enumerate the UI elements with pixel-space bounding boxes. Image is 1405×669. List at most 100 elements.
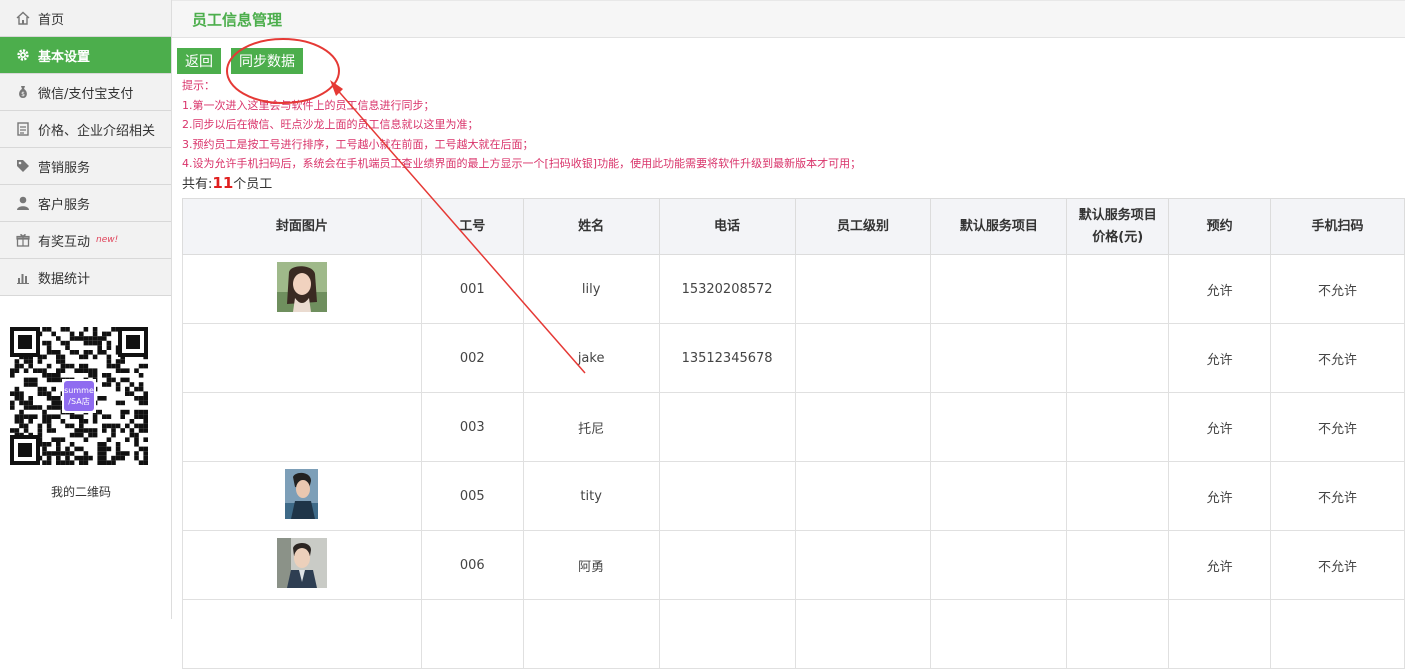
cell-price: [1066, 323, 1170, 393]
cell-price: [1066, 530, 1170, 600]
cell-name: tity: [522, 461, 660, 531]
col-header-phone: 电话: [658, 198, 796, 255]
sidebar-item-basic-settings[interactable]: 基本设置: [0, 37, 171, 74]
cell-name: [522, 599, 660, 669]
table-row: [182, 599, 1405, 669]
new-badge: new!: [96, 235, 119, 245]
cell-price: [1066, 254, 1170, 324]
sidebar: 首页 基本设置 $ 微信/支付宝支付 价格、企业介绍相关 营销服务 客户服务 有…: [0, 0, 172, 619]
cell-service: [930, 392, 1068, 462]
page-title: 员工信息管理: [192, 10, 283, 29]
table-row: 002 jake 13512345678 允许 不允许: [182, 323, 1405, 393]
sidebar-item-marketing[interactable]: 营销服务: [0, 148, 171, 185]
col-header-name: 姓名: [522, 198, 660, 255]
gift-icon: [14, 231, 32, 249]
main-content: 员工信息管理 返回 同步数据 提示： 1.第一次进入这里会与软件上的员工信息进行…: [172, 0, 1405, 669]
cell-id: 002: [420, 323, 524, 393]
cell-id: 005: [420, 461, 524, 531]
cell-id: 001: [420, 254, 524, 324]
employee-table: 封面图片 工号 姓名 电话 员工级别 默认服务项目 默认服务项目 价格(元) 预…: [182, 198, 1405, 669]
employee-photo[interactable]: [276, 538, 327, 592]
cell-price: [1066, 461, 1170, 531]
cell-service: [930, 461, 1068, 531]
sidebar-item-label: 客户服务: [38, 197, 91, 213]
table-row: 001 lily 15320208572 允许 不允许: [182, 254, 1405, 324]
count-prefix: 共有:: [182, 177, 213, 192]
cell-phone: [658, 530, 796, 600]
count-number: 11: [212, 174, 234, 192]
table-row: 003 托尼 允许 不允许: [182, 392, 1405, 462]
employee-photo[interactable]: [276, 262, 327, 316]
sidebar-item-home[interactable]: 首页: [0, 0, 171, 37]
tip-line: 3.预约员工是按工号进行排序，工号越小就在前面，工号越大就在后面；: [182, 137, 534, 151]
qr-badge-line-2: /SA店: [68, 396, 89, 406]
qr-badge-line-1: summe: [64, 386, 94, 395]
cell-booking: [1168, 599, 1272, 669]
count-suffix: 个员工: [233, 177, 273, 192]
table-row: 005 tity 允许 不允许: [182, 461, 1405, 531]
cell-price: [1066, 392, 1170, 462]
cell-name: jake: [522, 323, 660, 393]
cell-level: [794, 323, 932, 393]
employee-photo[interactable]: [285, 469, 319, 523]
cell-scan: 不允许: [1270, 254, 1405, 324]
cell-phone: [658, 392, 796, 462]
cell-level: [794, 254, 932, 324]
cell-id: 003: [420, 392, 524, 462]
tag-icon: [14, 157, 32, 175]
cell-scan: 不允许: [1270, 530, 1405, 600]
col-header-service: 默认服务项目: [930, 198, 1068, 255]
sidebar-item-customer-service[interactable]: 客户服务: [0, 185, 171, 222]
tip-line: 1.第一次进入这里会与软件上的员工信息进行同步；: [182, 98, 435, 112]
cell-service: [930, 599, 1068, 669]
col-header-level: 员工级别: [794, 198, 932, 255]
col-header-booking: 预约: [1168, 198, 1272, 255]
qr-caption: 我的二维码: [50, 485, 111, 499]
col-header-scan: 手机扫码: [1270, 198, 1405, 255]
cell-photo: [182, 530, 422, 600]
money-bag-icon: $: [14, 83, 32, 101]
cell-scan: 不允许: [1270, 392, 1405, 462]
tips-heading: 提示：: [182, 79, 215, 92]
qr-code: summe /SA店: [10, 327, 148, 465]
cell-photo: [182, 461, 422, 531]
sidebar-item-label: 价格、企业介绍相关: [38, 123, 156, 139]
employee-count: 共有:11个员工: [182, 173, 272, 192]
cell-phone: 15320208572: [658, 254, 796, 324]
cell-service: [930, 530, 1068, 600]
sync-data-button[interactable]: 同步数据: [231, 48, 303, 74]
sidebar-item-label: 营销服务: [38, 160, 91, 176]
cell-photo: [182, 599, 422, 669]
back-button[interactable]: 返回: [177, 48, 221, 74]
sidebar-item-payment[interactable]: $ 微信/支付宝支付: [0, 74, 171, 111]
cell-price: [1066, 599, 1170, 669]
cell-booking: 允许: [1168, 392, 1272, 462]
cell-id: [420, 599, 524, 669]
col-header-price: 默认服务项目 价格(元): [1066, 198, 1170, 255]
cell-photo: [182, 254, 422, 324]
sidebar-item-label: 微信/支付宝支付: [38, 86, 134, 102]
col-header-photo: 封面图片: [182, 198, 422, 255]
cell-name: 托尼: [522, 392, 660, 462]
cell-phone: [658, 599, 796, 669]
cell-photo: [182, 392, 422, 462]
sidebar-item-label: 首页: [38, 12, 65, 28]
cell-scan: [1270, 599, 1405, 669]
home-icon: [14, 9, 32, 27]
table-row: 006 阿勇 允许 不允许: [182, 530, 1405, 600]
cell-name: lily: [522, 254, 660, 324]
cell-service: [930, 323, 1068, 393]
sidebar-item-pricing[interactable]: 价格、企业介绍相关: [0, 111, 171, 148]
tip-line: 4.设为允许手机扫码后，系统会在手机端员工查业绩界面的最上方显示一个[扫码收银]…: [182, 157, 862, 170]
cell-level: [794, 530, 932, 600]
sidebar-item-statistics[interactable]: 数据统计: [0, 259, 171, 296]
cell-name: 阿勇: [522, 530, 660, 600]
cell-phone: 13512345678: [658, 323, 796, 393]
cell-phone: [658, 461, 796, 531]
cell-photo: [182, 323, 422, 393]
cell-booking: 允许: [1168, 323, 1272, 393]
sidebar-item-interaction[interactable]: 有奖互动 new!: [0, 222, 171, 259]
bar-chart-icon: [14, 268, 32, 286]
cell-level: [794, 599, 932, 669]
cell-level: [794, 461, 932, 531]
